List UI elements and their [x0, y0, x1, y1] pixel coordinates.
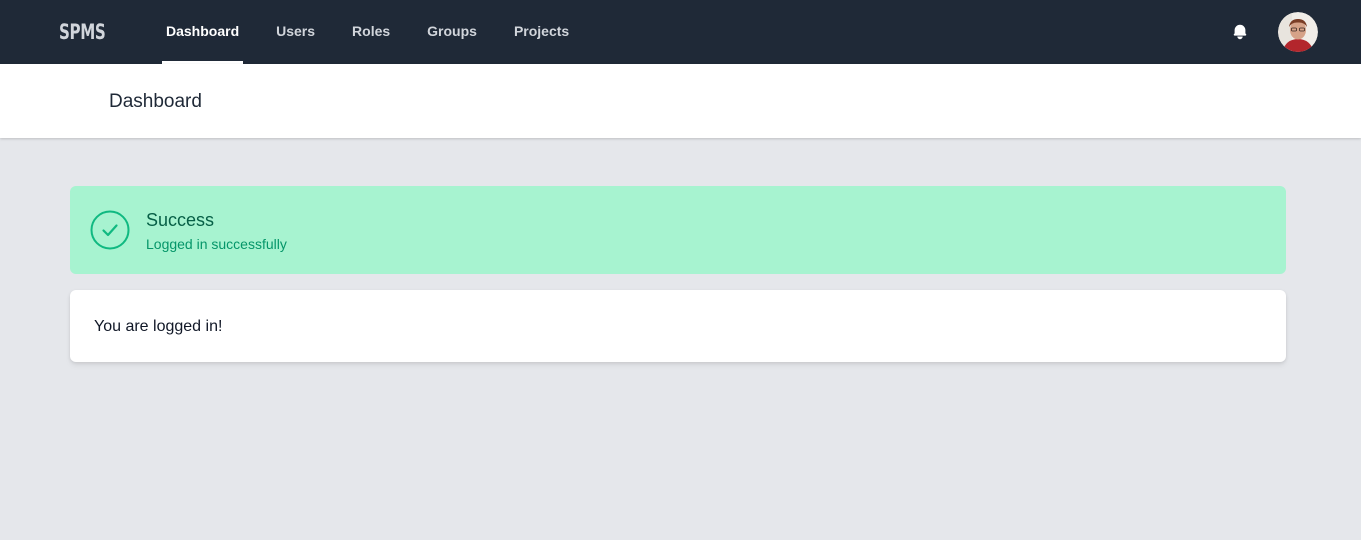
alert-message: Logged in successfully	[146, 236, 287, 252]
nav-item-groups[interactable]: Groups	[423, 0, 481, 64]
nav-item-roles[interactable]: Roles	[348, 0, 394, 64]
dashboard-card: You are logged in!	[70, 290, 1286, 362]
nav-item-label: Roles	[352, 23, 391, 39]
nav-item-label: Dashboard	[166, 23, 240, 39]
top-navbar: SPMS Dashboard Users Roles Groups Projec…	[0, 0, 1361, 64]
page-header: Dashboard	[0, 64, 1361, 138]
nav-item-projects[interactable]: Projects	[510, 0, 573, 64]
app-logo[interactable]: SPMS	[59, 18, 106, 46]
success-alert: Success Logged in successfully	[70, 186, 1286, 274]
user-avatar[interactable]	[1278, 12, 1318, 52]
check-circle-icon	[90, 210, 130, 250]
nav-item-dashboard[interactable]: Dashboard	[162, 0, 244, 64]
bell-icon[interactable]	[1231, 23, 1249, 41]
nav-item-users[interactable]: Users	[272, 0, 319, 64]
nav-item-label: Projects	[513, 23, 570, 39]
nav-item-label: Users	[276, 23, 316, 39]
nav-item-label: Groups	[427, 23, 477, 39]
alert-title: Success	[146, 210, 215, 230]
card-text: You are logged in!	[94, 318, 223, 335]
page-title: Dashboard	[109, 91, 202, 112]
nav-links: Dashboard Users Roles Groups Projects	[162, 0, 602, 64]
